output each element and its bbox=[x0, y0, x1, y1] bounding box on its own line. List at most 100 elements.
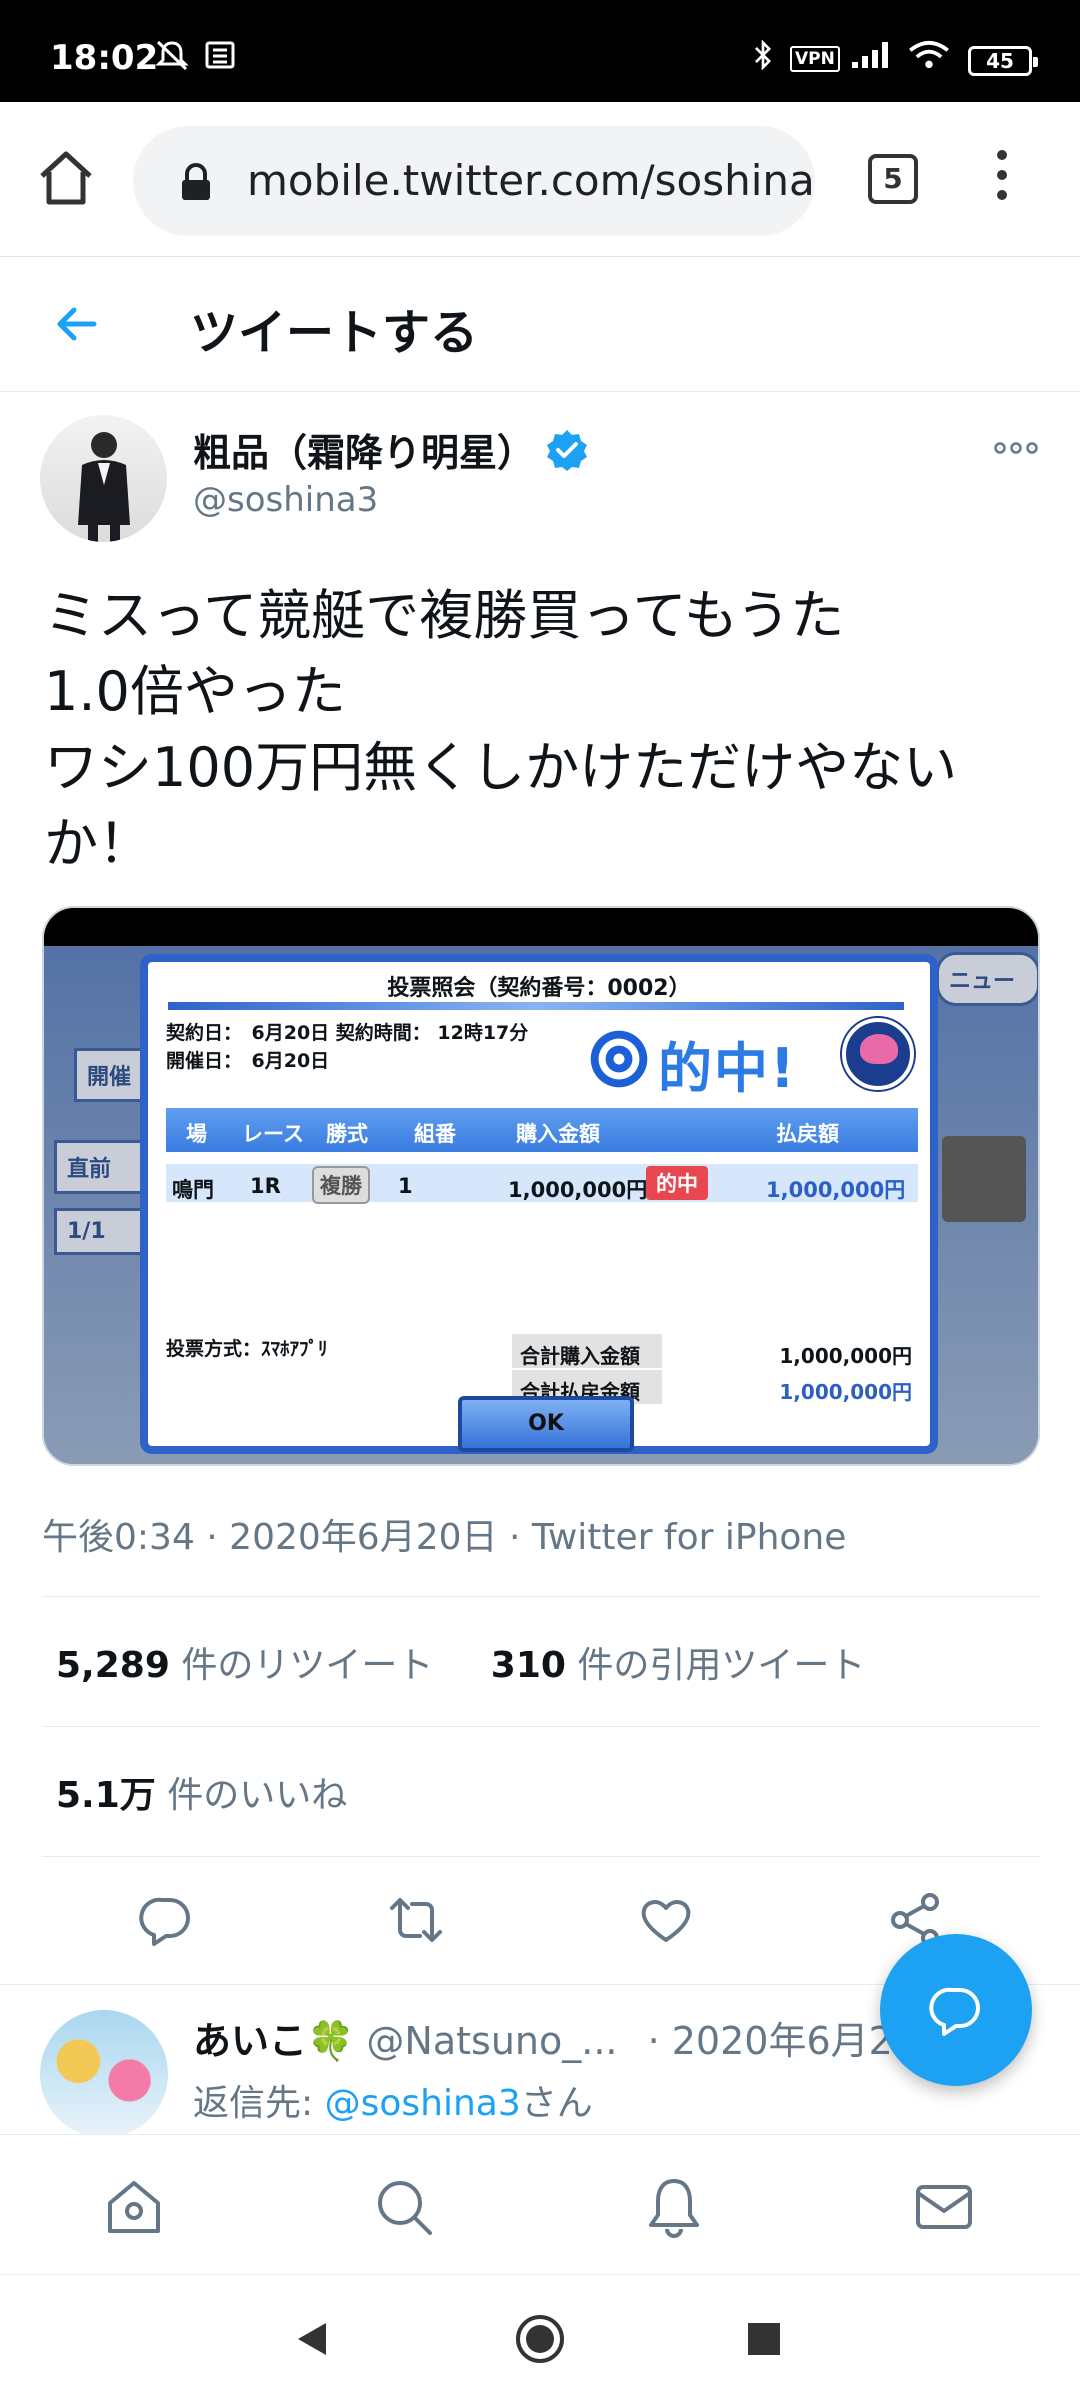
boat-race-logo bbox=[842, 1018, 914, 1090]
tweet-media-image[interactable]: 開催 直前 1/1 ニュー 投票照会（契約番号：0002） 契約日： 6月20日… bbox=[42, 906, 1040, 1466]
browser-menu-icon[interactable] bbox=[992, 150, 1012, 210]
col-venue: 場 bbox=[186, 1122, 207, 1146]
row-venue: 鳴門 bbox=[172, 1178, 214, 1202]
retweets-count: 5,289 bbox=[56, 1645, 170, 1686]
compose-bubble-icon bbox=[929, 1987, 980, 2036]
row-purchase: 1,000,000円 bbox=[508, 1178, 648, 1202]
likes-count: 5.1万 bbox=[56, 1775, 156, 1816]
side-tab-page: 1/1 bbox=[54, 1208, 144, 1255]
ticket-dialog: 投票照会（契約番号：0002） 契約日： 6月20日 契約時間： 12時17分 … bbox=[140, 954, 938, 1454]
reply-author-name[interactable]: あいこ🍀 bbox=[193, 2019, 354, 2063]
side-tab-menu: ニュー bbox=[936, 952, 1038, 1006]
battery-level: 45 bbox=[986, 49, 1014, 73]
news-icon bbox=[205, 41, 235, 69]
quotes-stat[interactable]: 310 件の引用ツイート bbox=[491, 1645, 866, 1686]
tweet-timestamp-source[interactable]: 午後0:34 · 2020年6月20日 · Twitter for iPhone bbox=[42, 1508, 846, 1560]
notification-muted-icon bbox=[155, 40, 189, 70]
back-arrow-icon[interactable] bbox=[52, 299, 102, 349]
held-date-line: 開催日： 6月20日 bbox=[166, 1050, 330, 1072]
nav-back-icon[interactable] bbox=[292, 2319, 332, 2359]
url-text[interactable]: mobile.twitter.com/soshina3 bbox=[247, 156, 815, 205]
hit-banner: 的中! bbox=[558, 1018, 914, 1102]
page-header: ツイートする bbox=[0, 257, 1080, 392]
verified-badge-icon bbox=[547, 430, 587, 471]
vpn-badge: VPN bbox=[790, 46, 840, 72]
row-combination: 1 bbox=[398, 1174, 413, 1198]
author-handle[interactable]: @soshina3 bbox=[193, 480, 378, 520]
quotes-count: 310 bbox=[490, 1645, 566, 1686]
reply-to-prefix: 返信先: bbox=[193, 2083, 314, 2124]
messages-envelope-icon[interactable] bbox=[912, 2175, 976, 2239]
status-bar: 18:02 VPN 45 bbox=[0, 0, 1080, 102]
ok-button: OK bbox=[458, 1396, 634, 1452]
retweet-icon[interactable] bbox=[388, 1892, 444, 1948]
reply-header: あいこ🍀 @Natsuno_... · 2020年6月20 bbox=[193, 2010, 917, 2065]
nav-recents-icon[interactable] bbox=[746, 2321, 782, 2357]
col-race: レース bbox=[242, 1122, 304, 1146]
retweets-label: 件のリツイート bbox=[181, 1645, 434, 1686]
search-icon[interactable] bbox=[372, 2175, 436, 2239]
reply-avatar[interactable] bbox=[40, 2010, 168, 2138]
tab-count: 5 bbox=[883, 162, 903, 195]
more-options-icon[interactable] bbox=[994, 440, 1038, 456]
reply-icon[interactable] bbox=[138, 1892, 194, 1948]
page-title: ツイートする bbox=[190, 305, 479, 361]
side-tab-just-before: 直前 bbox=[54, 1140, 144, 1194]
browser-toolbar: mobile.twitter.com/soshina3 5 bbox=[0, 102, 1080, 257]
target-icon bbox=[588, 1028, 650, 1090]
retweet-quote-stats: 5,289 件のリツイート 310 件の引用ツイート bbox=[56, 1636, 865, 1688]
hit-text: 的中! bbox=[658, 1037, 797, 1100]
tab-switcher-button[interactable]: 5 bbox=[868, 154, 918, 204]
media-top-band bbox=[44, 908, 1038, 946]
divider bbox=[42, 1856, 1040, 1857]
side-tab-held: 開催 bbox=[74, 1048, 145, 1102]
quotes-label: 件の引用ツイート bbox=[577, 1645, 866, 1686]
contract-line: 契約日： 6月20日 契約時間： 12時17分 bbox=[166, 1022, 529, 1044]
nav-home-circle-icon[interactable] bbox=[514, 2313, 566, 2365]
browser-home-icon[interactable] bbox=[36, 148, 96, 208]
reply-author-handle[interactable]: @Natsuno_... bbox=[366, 2019, 617, 2063]
tweet-text: ミスって競艇で複勝買ってもうた 1.0倍やった ワシ100万円無くしかけただけや… bbox=[44, 584, 958, 875]
voting-method: 投票方式：ｽﾏﾎｱﾌﾟﾘ bbox=[166, 1338, 328, 1360]
row-bet-type: 複勝 bbox=[312, 1166, 370, 1204]
bottom-navigation bbox=[0, 2134, 1080, 2274]
row-payout: 1,000,000円 bbox=[766, 1178, 906, 1202]
like-heart-icon[interactable] bbox=[638, 1892, 694, 1948]
reply-to-line: 返信先: @soshina3さん bbox=[193, 2074, 593, 2126]
status-time: 18:02 bbox=[50, 38, 159, 78]
reply-to-suffix: さん bbox=[520, 2083, 593, 2124]
compose-fab-button[interactable] bbox=[880, 1934, 1032, 2086]
dialog-title-rule bbox=[168, 1002, 904, 1010]
home-icon[interactable] bbox=[102, 2175, 166, 2239]
system-navigation-bar bbox=[0, 2274, 1080, 2400]
dialog-title: 投票照会（契約番号：0002） bbox=[387, 976, 691, 1001]
notifications-bell-icon[interactable] bbox=[642, 2175, 706, 2239]
ticket-row: 鳴門 1R 複勝 1 1,000,000円 的中 1,000,000円 bbox=[166, 1164, 918, 1204]
row-hit-badge: 的中 bbox=[646, 1166, 708, 1200]
row-race: 1R bbox=[250, 1174, 281, 1198]
lock-icon bbox=[182, 163, 210, 200]
battery-indicator: 45 bbox=[968, 46, 1038, 76]
bluetooth-icon bbox=[755, 40, 772, 70]
divider bbox=[42, 1596, 1040, 1597]
col-bet-type: 勝式 bbox=[326, 1122, 368, 1146]
wifi-icon bbox=[909, 40, 949, 69]
likes-label: 件のいいね bbox=[167, 1775, 348, 1816]
divider bbox=[42, 1726, 1040, 1727]
signal-icon bbox=[852, 42, 888, 68]
reply-date: · 2020年6月20 bbox=[647, 2019, 917, 2063]
likes-stat[interactable]: 5.1万 件のいいね bbox=[56, 1766, 347, 1818]
author-name[interactable]: 粗品（霜降り明星） bbox=[193, 422, 535, 477]
total-purchase-label: 合計購入金額 bbox=[512, 1334, 662, 1368]
person-photo bbox=[78, 432, 130, 542]
retweets-stat[interactable]: 5,289 件のリツイート bbox=[56, 1645, 433, 1686]
ticket-table-header: 場 レース 勝式 組番 購入金額 払戻額 bbox=[166, 1108, 918, 1152]
col-payout: 払戻額 bbox=[776, 1122, 839, 1146]
side-panel bbox=[942, 1136, 1026, 1222]
total-purchase-row: 合計購入金額 1,000,000円 bbox=[512, 1334, 918, 1368]
total-purchase-value: 1,000,000円 bbox=[779, 1344, 912, 1368]
col-purchase: 購入金額 bbox=[516, 1122, 600, 1146]
address-bar[interactable]: mobile.twitter.com/soshina3 bbox=[133, 126, 815, 236]
author-avatar[interactable] bbox=[40, 415, 167, 542]
reply-mention[interactable]: @soshina3 bbox=[325, 2083, 521, 2124]
